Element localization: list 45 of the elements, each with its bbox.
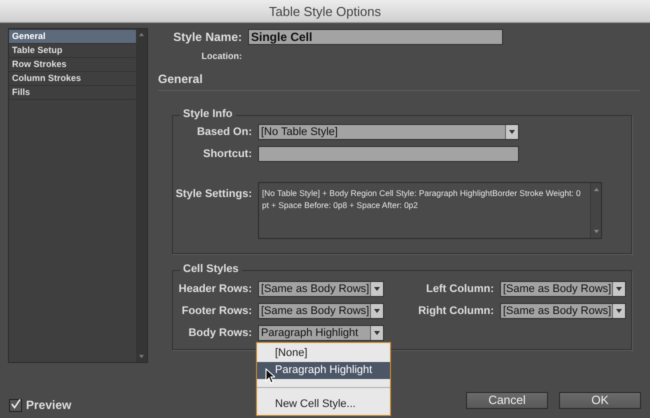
style-name-field[interactable]: Single Cell <box>248 29 503 45</box>
preview-checkbox[interactable]: Preview <box>9 398 72 412</box>
sidebar-item[interactable]: General <box>9 30 136 44</box>
field-label: Style Name: <box>172 30 242 44</box>
field-label: Right Column: <box>417 305 494 317</box>
caret-icon <box>370 282 383 296</box>
menu-item[interactable]: [None] <box>257 345 390 362</box>
cell-style-dropdown[interactable]: [Same as Body Rows] <box>258 303 384 319</box>
cell-style-dropdown[interactable]: [Same as Body Rows] <box>500 303 626 319</box>
scrollbar[interactable] <box>136 29 147 362</box>
mouse-cursor-icon <box>265 368 275 384</box>
caret-icon <box>612 282 625 296</box>
scroll-down-icon[interactable] <box>138 354 145 359</box>
menu-item[interactable]: New Cell Style... <box>257 396 390 413</box>
group-legend: Cell Styles <box>180 263 242 275</box>
scroll-down-icon[interactable] <box>592 229 600 234</box>
field-label: Body Rows: <box>187 327 252 339</box>
cell-style-dropdown[interactable]: Paragraph Highlight <box>258 325 384 341</box>
checkbox[interactable] <box>9 398 22 412</box>
caret-icon <box>612 304 625 318</box>
style-settings-text: [No Table Style] + Body Region Cell Style: Paragraph HighlightBorder Stroke Weight: 0 pt + Space Before: 0p8 + Space After: 0p2 <box>261 187 582 212</box>
section-title: General <box>158 72 204 86</box>
group-legend: Style Info <box>180 108 236 120</box>
scroll-up-icon[interactable] <box>138 32 145 37</box>
location-label: Location: <box>200 51 242 61</box>
scroll-up-icon[interactable] <box>592 187 600 192</box>
caret-icon <box>505 125 518 139</box>
menu-item[interactable]: Paragraph Highlight <box>257 362 390 379</box>
field-label: Shortcut: <box>202 148 252 160</box>
field-label: Based On: <box>196 126 252 138</box>
dialog-button[interactable]: Cancel <box>466 392 548 408</box>
field-label: Footer Rows: <box>180 305 252 317</box>
window-title: Table Style Options <box>268 4 381 18</box>
based-on-dropdown[interactable]: [No Table Style] <box>258 124 519 140</box>
shortcut-field[interactable] <box>258 146 519 162</box>
cell-style-dropdown[interactable]: [Same as Body Rows] <box>500 281 626 297</box>
caret-icon <box>370 326 383 340</box>
field-label: Style Settings: <box>174 188 252 200</box>
cell-style-dropdown[interactable]: [Same as Body Rows] <box>258 281 384 297</box>
scrollbar[interactable] <box>590 183 601 238</box>
dialog-button[interactable]: OK <box>559 392 641 408</box>
caret-icon <box>370 304 383 318</box>
checkmark-icon <box>10 398 21 410</box>
field-label: Header Rows: <box>178 283 252 295</box>
field-label: Left Column: <box>425 283 494 295</box>
